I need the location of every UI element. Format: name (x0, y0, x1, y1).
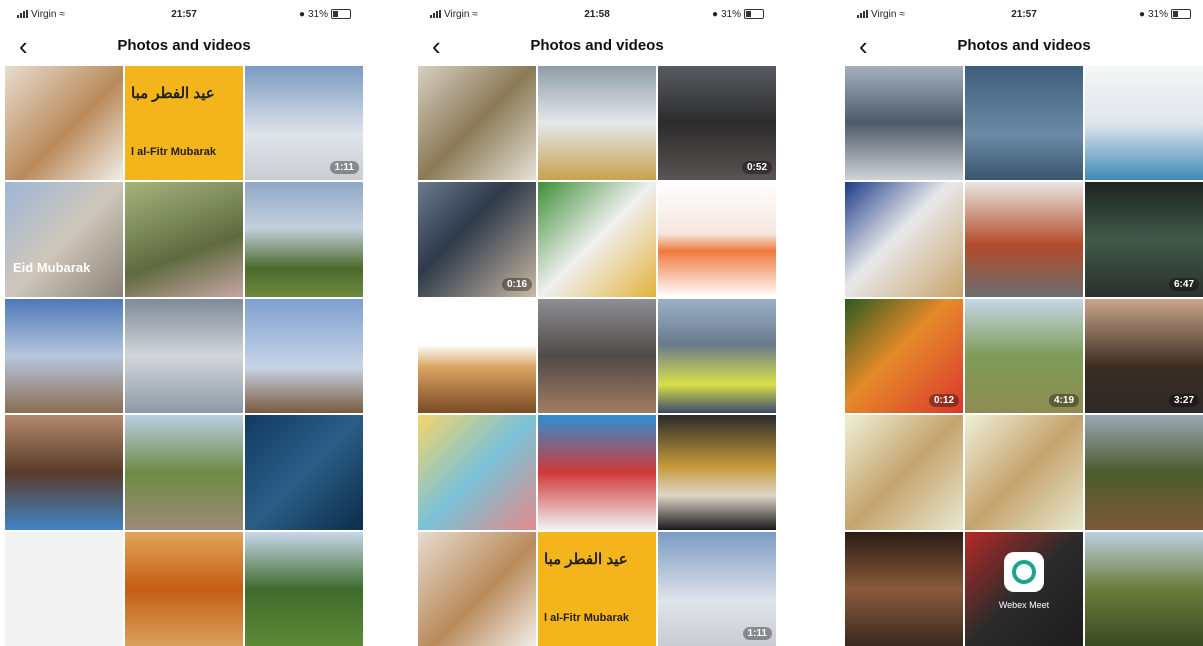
lock-icon: ● (1138, 8, 1145, 20)
media-thumbnail[interactable] (125, 531, 243, 646)
media-thumbnail[interactable] (658, 415, 776, 530)
media-thumbnail[interactable] (538, 66, 656, 181)
media-thumbnail[interactable]: Eid Mubarak (5, 182, 123, 297)
thumbnail-arabic-text: عيد الفطر مبا (544, 550, 628, 568)
video-duration-badge: 0:16 (501, 277, 532, 291)
nav-bar: ‹ Photos and videos (418, 28, 776, 66)
phone-screen: Virgin ≈ 21:58 ● 31% ‹ Photos and videos… (418, 0, 776, 646)
media-thumbnail[interactable] (245, 298, 363, 414)
battery-percent: 31% (1147, 8, 1168, 20)
media-thumbnail[interactable] (845, 66, 963, 181)
lock-icon: ● (711, 8, 718, 20)
nav-bar: ‹ Photos and videos (5, 28, 363, 66)
media-grid: 0:52 0:16 عيد الفطر مبا l al-Fitr Mubarak 1:… (418, 66, 776, 646)
media-thumbnail[interactable]: عيد الفطر مبا l al-Fitr Mubarak (125, 66, 243, 181)
status-bar: Virgin ≈ 21:58 ● 31% (418, 0, 776, 28)
video-duration-badge: 6:47 (1168, 277, 1199, 291)
thumbnail-caption: l al-Fitr Mubarak (544, 612, 629, 624)
media-thumbnail[interactable] (245, 182, 363, 297)
media-thumbnail[interactable] (845, 182, 963, 297)
media-thumbnail[interactable] (125, 298, 243, 414)
video-duration-badge: 0:52 (741, 161, 772, 175)
media-thumbnail[interactable] (5, 298, 123, 414)
media-thumbnail[interactable] (418, 531, 536, 646)
video-duration-badge: 0:12 (928, 394, 959, 408)
media-thumbnail[interactable] (5, 531, 123, 646)
media-thumbnail[interactable] (965, 66, 1083, 181)
page-title: Photos and videos (530, 37, 664, 54)
media-thumbnail[interactable]: 0:12 (845, 298, 963, 414)
media-thumbnail[interactable] (418, 415, 536, 530)
phone-screen: Virgin ≈ 21:57 ● 31% ‹ Photos and videos… (5, 0, 363, 646)
media-thumbnail[interactable] (418, 298, 536, 414)
media-thumbnail[interactable] (245, 415, 363, 530)
media-thumbnail[interactable] (965, 415, 1083, 530)
phone-screen: Virgin ≈ 21:57 ● 31% ‹ Photos and videos… (845, 0, 1203, 646)
thumbnail-arabic-text: عيد الفطر مبا (131, 85, 215, 102)
media-thumbnail[interactable] (418, 66, 536, 181)
media-thumbnail[interactable] (538, 298, 656, 414)
media-thumbnail[interactable]: Webex Meet (965, 531, 1083, 646)
battery-percent: 31% (307, 8, 328, 20)
webex-app-icon (1004, 551, 1044, 592)
media-thumbnail[interactable] (538, 415, 656, 530)
media-thumbnail[interactable] (845, 415, 963, 530)
media-thumbnail[interactable] (538, 182, 656, 297)
media-thumbnail[interactable] (965, 182, 1083, 297)
app-label: Webex Meet (998, 599, 1050, 610)
media-thumbnail[interactable]: 4:19 (965, 298, 1083, 414)
media-thumbnail[interactable] (1085, 415, 1203, 530)
media-thumbnail[interactable] (245, 531, 363, 646)
battery-icon (1171, 9, 1191, 19)
media-thumbnail[interactable] (845, 531, 963, 646)
media-thumbnail[interactable]: 0:16 (418, 182, 536, 297)
media-thumbnail[interactable] (5, 66, 123, 181)
nav-bar: ‹ Photos and videos (845, 28, 1203, 66)
video-duration-badge: 1:11 (329, 161, 359, 175)
page-title: Photos and videos (117, 37, 251, 54)
media-thumbnail[interactable] (658, 298, 776, 414)
thumbnail-caption: l al-Fitr Mubarak (131, 146, 216, 159)
page-title: Photos and videos (957, 37, 1091, 54)
video-duration-badge: 4:19 (1048, 394, 1079, 408)
battery-icon (331, 9, 351, 19)
video-duration-badge: 1:11 (742, 627, 772, 640)
media-thumbnail[interactable]: عيد الفطر مبا l al-Fitr Mubarak (538, 531, 656, 646)
video-duration-badge: 3:27 (1168, 394, 1199, 408)
media-thumbnail[interactable]: 1:11 (245, 66, 363, 181)
battery-percent: 31% (720, 8, 741, 20)
media-thumbnail[interactable] (125, 182, 243, 297)
media-thumbnail[interactable]: 0:52 (658, 66, 776, 181)
media-thumbnail[interactable]: 1:11 (658, 531, 776, 646)
media-thumbnail[interactable] (5, 415, 123, 530)
media-thumbnail[interactable] (1085, 531, 1203, 646)
lock-icon: ● (298, 8, 305, 20)
media-thumbnail[interactable]: 3:27 (1085, 298, 1203, 414)
status-bar: Virgin ≈ 21:57 ● 31% (845, 0, 1203, 28)
status-bar: Virgin ≈ 21:57 ● 31% (5, 0, 363, 28)
media-thumbnail[interactable]: 6:47 (1085, 182, 1203, 297)
thumbnail-caption: Eid Mubarak (13, 259, 91, 275)
media-grid: 6:47 0:12 4:19 3:27 Webex Meet (845, 66, 1203, 646)
media-thumbnail[interactable] (658, 182, 776, 297)
media-thumbnail[interactable] (125, 415, 243, 530)
media-grid: عيد الفطر مبا l al-Fitr Mubarak 1:11 Eid Mu… (5, 66, 363, 646)
battery-icon (744, 9, 764, 19)
media-thumbnail[interactable] (1085, 66, 1203, 181)
